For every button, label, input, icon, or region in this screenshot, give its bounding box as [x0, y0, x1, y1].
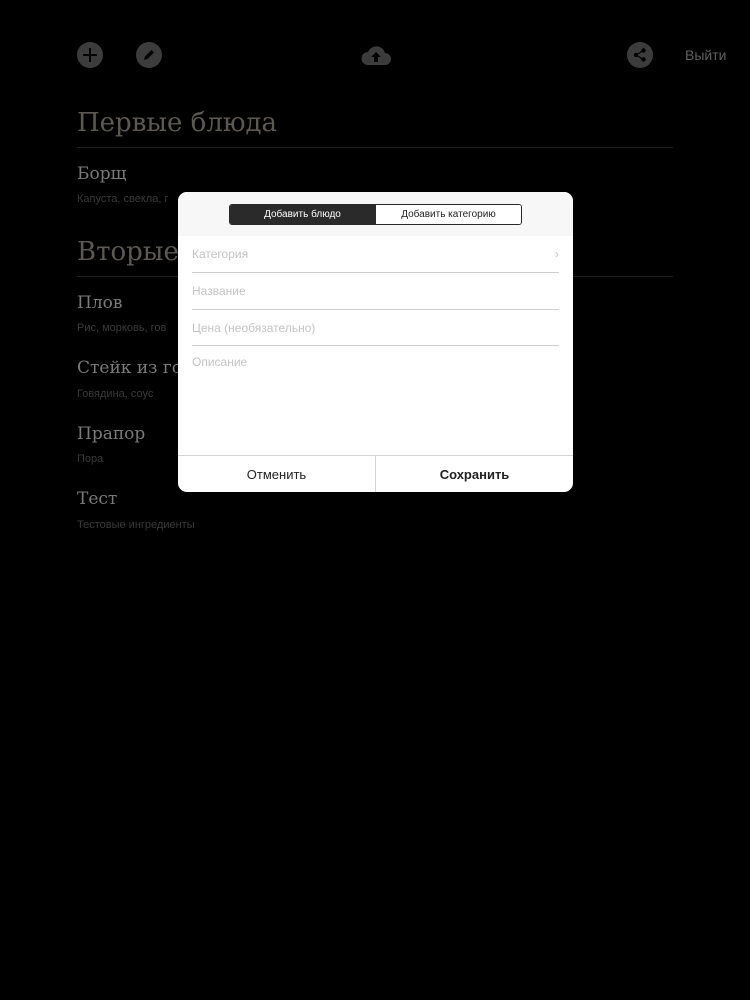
chevron-right-icon: › [555, 247, 559, 261]
description-field[interactable]: Описание [192, 355, 559, 445]
dish-name[interactable]: Стейк из гов [77, 358, 192, 378]
dish-description: Говядина, соус [77, 388, 154, 400]
dish-name[interactable]: Прапор [77, 424, 145, 444]
dish-name[interactable]: Тест [77, 489, 117, 509]
segmented-control: Добавить блюдо Добавить категорию [229, 204, 522, 225]
price-field[interactable]: Цена (необязательно) [192, 310, 559, 346]
share-icon [633, 48, 646, 62]
save-button[interactable]: Сохранить [375, 456, 573, 492]
section-divider [77, 147, 673, 148]
add-button[interactable] [77, 42, 103, 68]
edit-button[interactable] [136, 42, 162, 68]
cancel-button[interactable]: Отменить [178, 456, 375, 492]
category-field[interactable]: Категория [192, 236, 559, 272]
dish-name[interactable]: Борщ [77, 164, 126, 184]
section-title: Первые блюда [77, 108, 278, 138]
dish-name[interactable]: Плов [77, 293, 122, 313]
cloud-upload-icon [361, 46, 391, 65]
upload-button[interactable] [360, 43, 392, 72]
dialog-actions: Отменить Сохранить [178, 455, 573, 492]
add-dish-dialog: Добавить блюдо Добавить категорию Катего… [178, 192, 573, 492]
plus-icon [83, 48, 97, 62]
section-title: Вторые [77, 237, 179, 267]
dish-description: Пора [77, 453, 104, 465]
dish-description: Рис, морковь, гов [77, 322, 167, 334]
logout-button[interactable]: Выйти [685, 47, 726, 63]
pencil-icon [144, 50, 154, 60]
dialog-header: Добавить блюдо Добавить категорию [178, 192, 573, 236]
field-divider [192, 345, 559, 346]
tab-add-category[interactable]: Добавить категорию [375, 205, 521, 224]
dish-description: Капуста, свекла, г [77, 193, 169, 205]
dish-description: Тестовые ингредиенты [77, 519, 195, 531]
share-button[interactable] [627, 42, 653, 68]
name-field[interactable]: Название [192, 273, 559, 309]
tab-add-dish[interactable]: Добавить блюдо [230, 205, 375, 224]
